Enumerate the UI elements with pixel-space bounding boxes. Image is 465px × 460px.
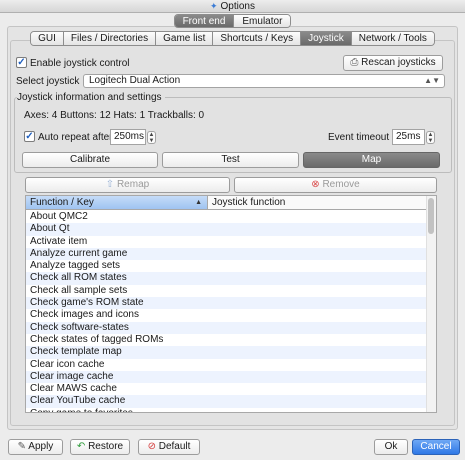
- vertical-scrollbar[interactable]: [426, 196, 436, 412]
- subtab-network-tools[interactable]: Network / Tools: [351, 32, 434, 45]
- title-bar: ✦ Options: [0, 0, 465, 13]
- table-row[interactable]: Check images and icons: [26, 309, 426, 321]
- rescan-label: Rescan joysticks: [361, 57, 436, 68]
- table-row[interactable]: Analyze tagged sets: [26, 260, 426, 272]
- apply-button[interactable]: ✎ Apply: [8, 439, 63, 455]
- remap-icon: ⇧: [105, 179, 115, 190]
- default-button[interactable]: ⊘ Default: [138, 439, 200, 455]
- sort-ascending-icon: ▲: [195, 199, 202, 206]
- restore-button[interactable]: ↶ Restore: [70, 439, 130, 455]
- event-timeout-spinbox[interactable]: 25ms ▲ ▼: [392, 129, 435, 145]
- info-groupbox-title: Joystick information and settings: [17, 92, 165, 103]
- enable-joystick-label: Enable joystick control: [30, 58, 130, 70]
- ok-button[interactable]: Ok: [374, 439, 408, 455]
- subtab-shortcuts-keys[interactable]: Shortcuts / Keys: [213, 32, 302, 45]
- table-row[interactable]: Activate item: [26, 236, 426, 248]
- table-row[interactable]: Clear icon cache: [26, 359, 426, 371]
- default-label: Default: [158, 441, 191, 452]
- column-header-function-label: Function / Key: [30, 197, 94, 208]
- top-tab-bar: Front end Emulator: [0, 14, 465, 28]
- calibrate-button[interactable]: Calibrate: [22, 152, 158, 168]
- column-header-function[interactable]: Function / Key ▲: [26, 196, 208, 210]
- rescan-joysticks-button[interactable]: ⎙ Rescan joysticks: [343, 55, 443, 71]
- auto-repeat-spinbox[interactable]: 250ms ▲ ▼: [110, 129, 156, 145]
- subtab-gui[interactable]: GUI: [31, 32, 64, 45]
- restore-icon: ↶: [76, 441, 86, 452]
- table-row[interactable]: Copy game to favorites: [26, 408, 426, 412]
- subtab-joystick[interactable]: Joystick: [301, 32, 352, 45]
- table-row[interactable]: About QMC2: [26, 211, 426, 223]
- axes-info-text: Axes: 4 Buttons: 12 Hats: 1 Trackballs: …: [24, 110, 205, 121]
- subtab-files-directories[interactable]: Files / Directories: [63, 32, 157, 45]
- table-row[interactable]: Check software-states: [26, 321, 426, 334]
- tab-emulator[interactable]: Emulator: [234, 15, 291, 27]
- app-icon: ✦: [209, 1, 218, 11]
- enable-joystick-checkbox[interactable]: ✓ Enable joystick control: [16, 57, 130, 70]
- table-row[interactable]: Check template map: [26, 346, 426, 359]
- auto-repeat-checkbox[interactable]: ✓ Auto repeat after: [24, 131, 113, 144]
- stepper-icon[interactable]: ▲ ▼: [426, 131, 435, 144]
- apply-icon: ✎: [17, 441, 27, 452]
- scrollbar-thumb[interactable]: [428, 198, 434, 234]
- map-button[interactable]: Map: [303, 152, 440, 168]
- sub-segmented-control: GUI Files / Directories Game list Shortcuts…: [30, 31, 435, 46]
- select-joystick-label: Select joystick: [16, 76, 80, 87]
- top-segmented-control: Front end Emulator: [173, 14, 292, 28]
- subtab-game-list[interactable]: Game list: [156, 32, 214, 45]
- default-icon: ⊘: [147, 441, 156, 452]
- event-timeout-value: 25ms: [396, 131, 421, 142]
- auto-repeat-label: Auto repeat after: [38, 132, 113, 144]
- options-window: ✦ Options Front end Emulator GUI Files / Di…: [0, 0, 465, 460]
- footer-bar: ✎ Apply ↶ Restore ⊘ Default Ok Cancel: [0, 436, 465, 460]
- table-row[interactable]: Analyze current game: [26, 247, 426, 261]
- remap-label: Remap: [116, 179, 150, 190]
- rescan-icon: ⎙: [350, 57, 359, 68]
- restore-label: Restore: [88, 441, 124, 452]
- test-button[interactable]: Test: [162, 152, 299, 168]
- cancel-button[interactable]: Cancel: [412, 439, 460, 455]
- apply-label: Apply: [28, 441, 54, 452]
- remove-icon: ⊗: [311, 179, 320, 190]
- remove-label: Remove: [322, 179, 360, 190]
- table-row[interactable]: Clear image cache: [26, 370, 426, 384]
- check-icon: ✓: [16, 57, 27, 68]
- table-row[interactable]: About Qt: [26, 223, 426, 236]
- joystick-select[interactable]: Logitech Dual Action ▲▼: [83, 74, 445, 88]
- event-timeout-label: Event timeout: [328, 132, 390, 143]
- table-rows: About QMC2 About Qt Activate item Analyze c…: [26, 211, 426, 412]
- remove-button[interactable]: ⊗ Remove: [234, 177, 437, 193]
- table-row[interactable]: Clear MAWS cache: [26, 383, 426, 395]
- joystick-select-value: Logitech Dual Action: [89, 75, 181, 86]
- table-row[interactable]: Clear YouTube cache: [26, 395, 426, 408]
- table-row[interactable]: Check all ROM states: [26, 272, 426, 285]
- table-row[interactable]: Check all sample sets: [26, 285, 426, 297]
- remap-button[interactable]: ⇧ Remap: [25, 177, 230, 193]
- stepper-icon[interactable]: ▲ ▼: [147, 131, 156, 144]
- sub-tab-bar: GUI Files / Directories Game list Shortcuts…: [0, 31, 465, 46]
- tab-front-end[interactable]: Front end: [174, 15, 235, 27]
- select-arrows-icon: ▲▼: [424, 76, 440, 85]
- table-row[interactable]: Check game's ROM state: [26, 297, 426, 310]
- column-header-joystick[interactable]: Joystick function: [208, 196, 428, 210]
- check-icon: ✓: [24, 131, 35, 142]
- table-row[interactable]: Check states of tagged ROMs: [26, 334, 426, 346]
- window-title: Options: [220, 1, 255, 12]
- function-table: Function / Key ▲ Joystick function About…: [25, 195, 437, 413]
- auto-repeat-value: 250ms: [114, 131, 145, 142]
